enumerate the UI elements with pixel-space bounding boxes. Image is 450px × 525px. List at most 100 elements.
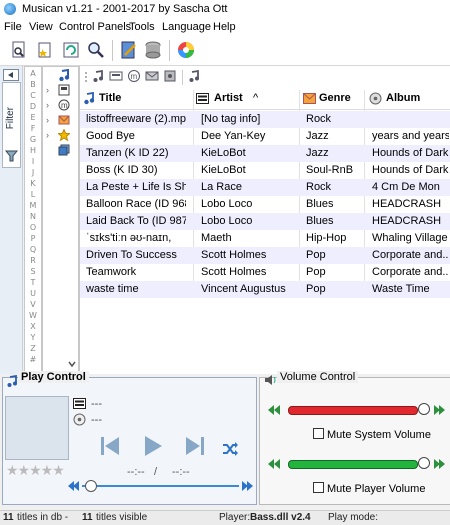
column-composer-icon[interactable]: m xyxy=(127,69,141,86)
database-icon[interactable] xyxy=(143,40,163,60)
column-genre-icon[interactable] xyxy=(145,69,159,86)
letter-index-item[interactable]: D xyxy=(25,102,41,111)
mute-system-checkbox[interactable]: Mute System Volume xyxy=(313,428,431,441)
now-playing-artist: --- xyxy=(91,398,102,410)
cell-genre: Pop xyxy=(306,249,326,261)
letter-index-item[interactable]: I xyxy=(25,157,41,166)
table-row[interactable]: La Peste + Life Is Shit La Race Rock 4 Cm D… xyxy=(80,179,450,196)
letter-index-item[interactable]: # xyxy=(25,355,41,364)
previous-track-icon[interactable] xyxy=(99,435,121,460)
table-row[interactable]: Balloon Race (ID 968) Lobo Loco Blues HEADC… xyxy=(80,196,450,213)
play-icon[interactable] xyxy=(142,435,164,460)
seek-slider[interactable] xyxy=(68,480,253,492)
cell-artist: Lobo Loco xyxy=(201,215,253,227)
table-row[interactable]: waste time Vincent Augustus Pop Waste Time xyxy=(80,281,450,298)
mute-player-label: Mute Player Volume xyxy=(327,483,426,495)
column-album-icon[interactable] xyxy=(163,69,177,86)
table-row[interactable]: Boss (K ID 30) KieLoBot Soul-RnB Hounds of … xyxy=(80,162,450,179)
rating-stars[interactable]: ★★★★★ xyxy=(6,462,65,479)
player-volume-handle[interactable] xyxy=(418,457,430,469)
seek-handle[interactable] xyxy=(85,480,97,492)
shuffle-icon[interactable] xyxy=(222,442,238,459)
letter-index-item[interactable]: U xyxy=(25,289,41,298)
cell-artist: Scott Holmes xyxy=(201,266,267,278)
menu-tools[interactable]: Tools xyxy=(129,21,155,33)
add-folder-icon[interactable] xyxy=(35,40,55,60)
letter-index-item[interactable]: K xyxy=(25,179,41,188)
refresh-icon[interactable] xyxy=(61,40,81,60)
edit-tags-icon[interactable] xyxy=(119,40,139,60)
table-row[interactable]: Laid Back To (ID 987) Lobo Loco Blues HEADC… xyxy=(80,213,450,230)
cell-title: Good Bye xyxy=(86,130,135,142)
letter-index-item[interactable]: S xyxy=(25,267,41,276)
open-file-icon[interactable] xyxy=(9,40,29,60)
letter-index-item[interactable]: Q xyxy=(25,245,41,254)
table-row[interactable]: listoffreeware (2).mp3 [No tag info] Rock xyxy=(80,111,450,128)
tree-item-genres[interactable]: › xyxy=(45,114,77,127)
letter-index-item[interactable]: B xyxy=(25,80,41,89)
letter-index-item[interactable]: W xyxy=(25,311,41,320)
skin-color-icon[interactable] xyxy=(176,40,196,60)
tree-item-favorites[interactable]: › xyxy=(45,129,77,142)
filter-tab-label: Filter xyxy=(5,107,16,130)
menu-view[interactable]: View xyxy=(29,21,53,33)
letter-index-item[interactable]: N xyxy=(25,212,41,221)
filter-tab[interactable]: Filter xyxy=(2,82,21,168)
letter-index-item[interactable]: G xyxy=(25,135,41,144)
column-title-icon[interactable] xyxy=(91,69,105,86)
panel-collapse-icon[interactable] xyxy=(3,69,19,81)
cell-album: 4 Cm De Mon xyxy=(372,181,440,193)
tree-item-playlists[interactable] xyxy=(45,144,77,157)
menu-file[interactable]: File xyxy=(4,21,22,33)
letter-index-item[interactable]: Z xyxy=(25,344,41,353)
menu-help[interactable]: Help xyxy=(213,21,236,33)
table-row[interactable]: Driven To Success Scott Holmes Pop Corporat… xyxy=(80,247,450,264)
letter-index-item[interactable]: E xyxy=(25,113,41,122)
player-volume-right-arrows[interactable] xyxy=(432,458,446,473)
table-row[interactable]: ˈsɪks'tiːn əʊ-naɪn, Maeth Hip-Hop Whaling V… xyxy=(80,230,450,247)
letter-index-item[interactable]: F xyxy=(25,124,41,133)
letter-index-item[interactable]: P xyxy=(25,234,41,243)
letter-index-item[interactable]: R xyxy=(25,256,41,265)
cell-title: Balloon Race (ID 968) xyxy=(86,198,186,210)
table-row[interactable]: Tanzen (K ID 22) KieLoBot Jazz Hounds of Da… xyxy=(80,145,450,162)
player-volume-left-arrows[interactable] xyxy=(264,458,284,473)
column-header-title[interactable]: Title xyxy=(99,92,121,104)
letter-index-item[interactable]: O xyxy=(25,223,41,232)
letter-index-item[interactable]: Y xyxy=(25,333,41,342)
column-header-album[interactable]: Album xyxy=(386,92,420,104)
letter-index-item[interactable]: T xyxy=(25,278,41,287)
cell-album: HEADCRASH xyxy=(372,215,442,227)
table-row[interactable]: Good Bye Dee Yan-Key Jazz years and years xyxy=(80,128,450,145)
cell-artist: La Race xyxy=(201,181,242,193)
volume-right-arrows[interactable] xyxy=(432,404,446,419)
menu-control-panels[interactable]: Control Panels xyxy=(59,21,131,33)
letter-index-item[interactable]: V xyxy=(25,300,41,309)
table-row[interactable]: Teamwork Scott Holmes Pop Corporate and... xyxy=(80,264,450,281)
tree-scroll-down-icon[interactable] xyxy=(66,358,78,370)
letter-index-item[interactable]: M xyxy=(25,201,41,210)
mute-player-checkbox[interactable]: Mute Player Volume xyxy=(313,482,425,495)
next-track-icon[interactable] xyxy=(184,435,206,460)
system-volume-handle[interactable] xyxy=(418,403,430,415)
column-more-icon[interactable] xyxy=(187,69,201,86)
column-header-genre[interactable]: Genre xyxy=(319,92,351,104)
now-playing-album: --- xyxy=(91,414,102,426)
letter-index-item[interactable]: L xyxy=(25,190,41,199)
letter-index-item[interactable]: X xyxy=(25,322,41,331)
player-volume-slider[interactable] xyxy=(288,460,418,469)
letter-index-item[interactable]: H xyxy=(25,146,41,155)
letter-index-item[interactable]: C xyxy=(25,91,41,100)
letter-index-item[interactable]: J xyxy=(25,168,41,177)
volume-left-arrows[interactable] xyxy=(264,404,284,419)
column-artist-icon[interactable] xyxy=(109,69,123,86)
menu-language[interactable]: Language xyxy=(162,21,211,33)
column-header-artist[interactable]: Artist xyxy=(214,92,243,104)
search-icon[interactable] xyxy=(86,40,106,60)
tree-item-titles[interactable] xyxy=(45,69,77,82)
system-volume-slider[interactable] xyxy=(288,406,418,415)
tree-item-artists[interactable]: › xyxy=(45,84,77,97)
letter-index-item[interactable]: A xyxy=(25,69,41,78)
cell-artist: KieLoBot xyxy=(201,147,246,159)
tree-item-composers[interactable]: › m xyxy=(45,99,77,112)
